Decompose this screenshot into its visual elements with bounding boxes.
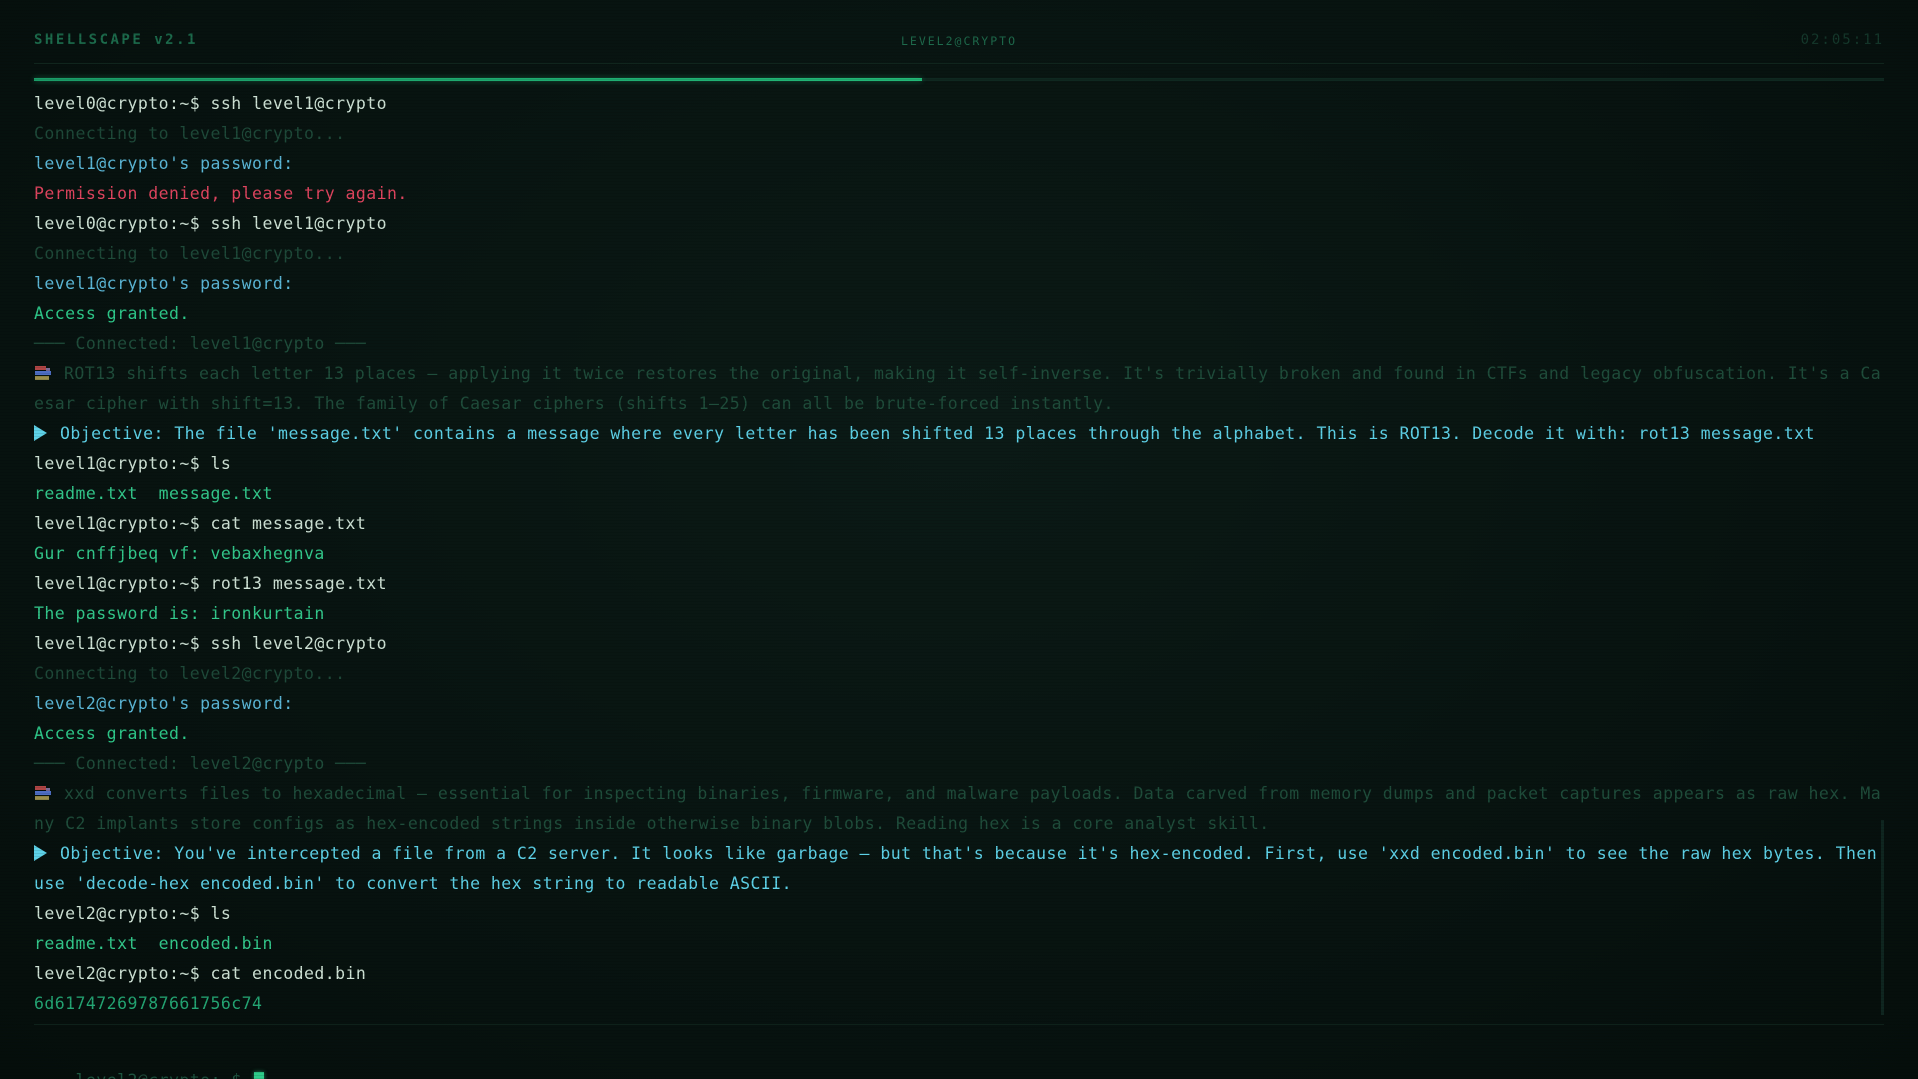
terminal-line: ─── Connected: level1@crypto ─── — [34, 329, 1884, 359]
terminal-line-text: readme.txt encoded.bin — [34, 934, 273, 953]
terminal-line-text: 6d61747269787661756c74 — [34, 994, 263, 1013]
terminal-line-text: xxd converts files to hexadecimal — esse… — [34, 784, 1882, 833]
terminal-line: ROT13 shifts each letter 13 places — app… — [34, 359, 1884, 419]
terminal-line-text: Objective: The file 'message.txt' contai… — [60, 424, 1815, 443]
terminal-line-text: The password is: ironkurtain — [34, 604, 325, 623]
session-label: LEVEL2@CRYPTO — [900, 34, 1017, 48]
terminal-line: Access granted. — [34, 719, 1884, 749]
terminal-line: Objective: The file 'message.txt' contai… — [34, 419, 1884, 449]
terminal-line: level1@crypto:~$ rot13 message.txt — [34, 569, 1884, 599]
terminal-line-text: Connecting to level1@crypto... — [34, 244, 346, 263]
level-progress-fill — [34, 78, 922, 81]
terminal-line: ─── Connected: level2@crypto ─── — [34, 749, 1884, 779]
play-icon — [34, 425, 47, 441]
terminal-line: Permission denied, please try again. — [34, 179, 1884, 209]
terminal-line-text: level1@crypto:~$ ls — [34, 454, 232, 473]
terminal-line-text: level1@crypto's password: — [34, 274, 294, 293]
terminal-line-text: Objective: You've intercepted a file fro… — [34, 844, 1878, 893]
terminal-line: 6d61747269787661756c74 — [34, 989, 1884, 1019]
terminal-line-text: ─── Connected: level1@crypto ─── — [34, 334, 367, 353]
terminal-line: Connecting to level1@crypto... — [34, 119, 1884, 149]
terminal-line: readme.txt encoded.bin — [34, 929, 1884, 959]
terminal-line: Gur cnffjbeq vf: vebaxhegnva — [34, 539, 1884, 569]
books-icon — [34, 366, 52, 380]
terminal-line: xxd converts files to hexadecimal — esse… — [34, 779, 1884, 839]
terminal-line: level1@crypto:~$ ls — [34, 449, 1884, 479]
books-icon — [34, 786, 52, 800]
terminal-line-text: Permission denied, please try again. — [34, 184, 408, 203]
terminal-window: SHELLSCAPE v2.1 LEVEL2@CRYPTO 02:05:11 l… — [0, 0, 1918, 1079]
terminal-line-text: ROT13 shifts each letter 13 places — app… — [34, 364, 1882, 413]
input-prompt-host: crypto — [148, 1071, 210, 1079]
terminal-line: The password is: ironkurtain — [34, 599, 1884, 629]
terminal-line-text: readme.txt message.txt — [34, 484, 273, 503]
terminal-line-text: level1@crypto's password: — [34, 154, 294, 173]
input-prompt-at: @ — [138, 1071, 148, 1079]
play-icon — [34, 845, 47, 861]
terminal-line: Access granted. — [34, 299, 1884, 329]
terminal-line: level2@crypto:~$ ls — [34, 899, 1884, 929]
terminal-line: Connecting to level2@crypto... — [34, 659, 1884, 689]
text-cursor — [254, 1072, 265, 1079]
terminal-line: readme.txt message.txt — [34, 479, 1884, 509]
terminal-line-text: Access granted. — [34, 724, 190, 743]
terminal-line-text: Connecting to level1@crypto... — [34, 124, 346, 143]
terminal-line: level1@crypto's password: — [34, 269, 1884, 299]
terminal-line: Objective: You've intercepted a file fro… — [34, 839, 1884, 899]
terminal-line-text: Gur cnffjbeq vf: vebaxhegnva — [34, 544, 325, 563]
clock: 02:05:11 — [1800, 32, 1884, 48]
header-divider — [34, 63, 1884, 64]
terminal-line: level0@crypto:~$ ssh level1@crypto — [34, 89, 1884, 119]
terminal-line: level0@crypto:~$ ssh level1@crypto — [34, 209, 1884, 239]
terminal-line-text: level1@crypto:~$ cat message.txt — [34, 514, 367, 533]
terminal-line-text: level0@crypto:~$ ssh level1@crypto — [34, 94, 388, 113]
terminal-line: level2@crypto:~$ cat encoded.bin — [34, 959, 1884, 989]
terminal-line-text: level2@crypto's password: — [34, 694, 294, 713]
terminal-line-text: Access granted. — [34, 304, 190, 323]
input-prompt-path: :~$ — [211, 1071, 253, 1079]
level-progress-bar — [34, 78, 1884, 81]
terminal-line: level1@crypto:~$ cat message.txt — [34, 509, 1884, 539]
terminal-line-text: Connecting to level2@crypto... — [34, 664, 346, 683]
terminal-line: level1@crypto:~$ ssh level2@crypto — [34, 629, 1884, 659]
terminal-line-text: level2@crypto:~$ ls — [34, 904, 232, 923]
terminal-line-text: ─── Connected: level2@crypto ─── — [34, 754, 367, 773]
header-bar: SHELLSCAPE v2.1 LEVEL2@CRYPTO 02:05:11 — [34, 30, 1884, 54]
terminal-output[interactable]: level0@crypto:~$ ssh level1@crypto Connec… — [34, 89, 1884, 1019]
command-input[interactable]: level2@crypto:~$ — [34, 1036, 265, 1079]
terminal-line: Connecting to level1@crypto... — [34, 239, 1884, 269]
terminal-line-text: level1@crypto:~$ rot13 message.txt — [34, 574, 388, 593]
input-prompt-user: level2 — [76, 1071, 138, 1079]
terminal-line: level2@crypto's password: — [34, 689, 1884, 719]
terminal-line-text: level0@crypto:~$ ssh level1@crypto — [34, 214, 388, 233]
terminal-line: level1@crypto's password: — [34, 149, 1884, 179]
terminal-line-text: level1@crypto:~$ ssh level2@crypto — [34, 634, 388, 653]
terminal-line-text: level2@crypto:~$ cat encoded.bin — [34, 964, 367, 983]
input-divider — [34, 1024, 1884, 1025]
scrollbar[interactable] — [1881, 820, 1884, 1015]
